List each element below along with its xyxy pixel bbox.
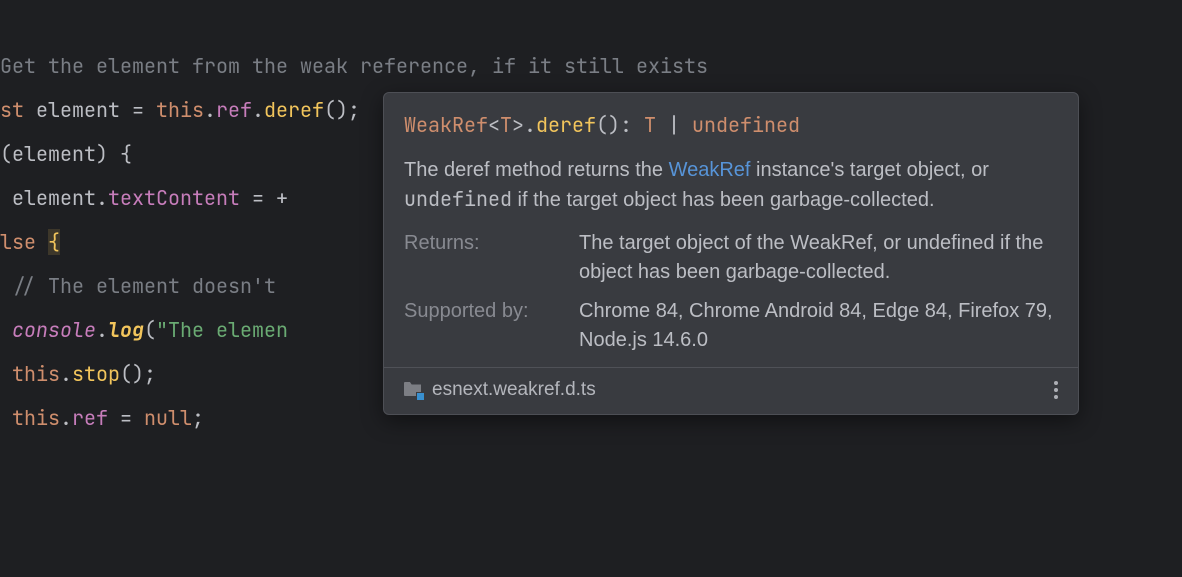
sig-undefined: undefined <box>692 112 800 138</box>
code-dot: . <box>96 185 108 211</box>
code-variable: element <box>12 141 96 167</box>
code-dot: . <box>60 361 72 387</box>
code-null: null <box>144 405 192 431</box>
code-op: = <box>252 185 264 211</box>
code-prop-ref: ref <box>72 405 108 431</box>
code-prop-ref: ref <box>216 97 252 123</box>
doc-inline-code: undefined <box>404 186 512 212</box>
supported-by-value: Chrome 84, Chrome Android 84, Edge 84, F… <box>579 297 1058 355</box>
returns-label: Returns: <box>404 229 579 287</box>
doc-meta-table: Returns: The target object of the WeakRe… <box>404 229 1058 355</box>
doc-footer: esnext.weakref.d.ts <box>384 367 1078 414</box>
sig-type-name: WeakRef <box>404 112 488 138</box>
code-dot: . <box>96 317 108 343</box>
code-comment: // The element doesn't <box>0 273 288 299</box>
code-punct: ) { <box>96 141 132 167</box>
code-keyword: st <box>0 97 24 123</box>
code-punct: (); <box>324 97 360 123</box>
code-dot: . <box>252 97 264 123</box>
code-method-stop: stop <box>72 361 120 387</box>
code-this: this <box>0 361 60 387</box>
code-prop: textContent <box>108 185 240 211</box>
doc-source-file[interactable]: esnext.weakref.d.ts <box>432 376 1048 404</box>
doc-signature: WeakRef<T>.deref(): T | undefined <box>404 111 1058 140</box>
returns-value: The target object of the WeakRef, or und… <box>579 229 1058 287</box>
quick-doc-tooltip[interactable]: WeakRef<T>.deref(): T | undefined The de… <box>383 92 1079 415</box>
code-this: this <box>0 405 60 431</box>
more-options-button[interactable] <box>1048 376 1064 404</box>
code-op: + <box>264 185 288 211</box>
code-punct: ; <box>192 405 204 431</box>
code-console: console <box>0 317 96 343</box>
folder-icon <box>404 382 422 398</box>
code-variable: element <box>24 97 132 123</box>
code-op: = <box>132 97 156 123</box>
code-comment: Get the element from the weak reference,… <box>0 53 708 79</box>
code-punct: (); <box>120 361 156 387</box>
doc-description: The deref method returns the WeakRef ins… <box>404 156 1058 215</box>
code-keyword-else: lse <box>0 229 48 255</box>
code-dot: . <box>60 405 72 431</box>
code-method-deref: deref <box>264 97 324 123</box>
kebab-icon <box>1054 381 1058 385</box>
code-punct: ( <box>0 141 12 167</box>
sig-method: deref <box>536 112 596 138</box>
matched-brace: { <box>48 229 60 255</box>
code-dot: . <box>204 97 216 123</box>
code-variable: element <box>0 185 96 211</box>
code-op: = <box>120 405 132 431</box>
supported-by-label: Supported by: <box>404 297 579 355</box>
code-log: log <box>108 317 144 343</box>
code-this: this <box>156 97 204 123</box>
code-string: "The elemen <box>156 317 288 343</box>
doc-link-weakref[interactable]: WeakRef <box>669 159 751 181</box>
code-punct: ( <box>144 317 156 343</box>
